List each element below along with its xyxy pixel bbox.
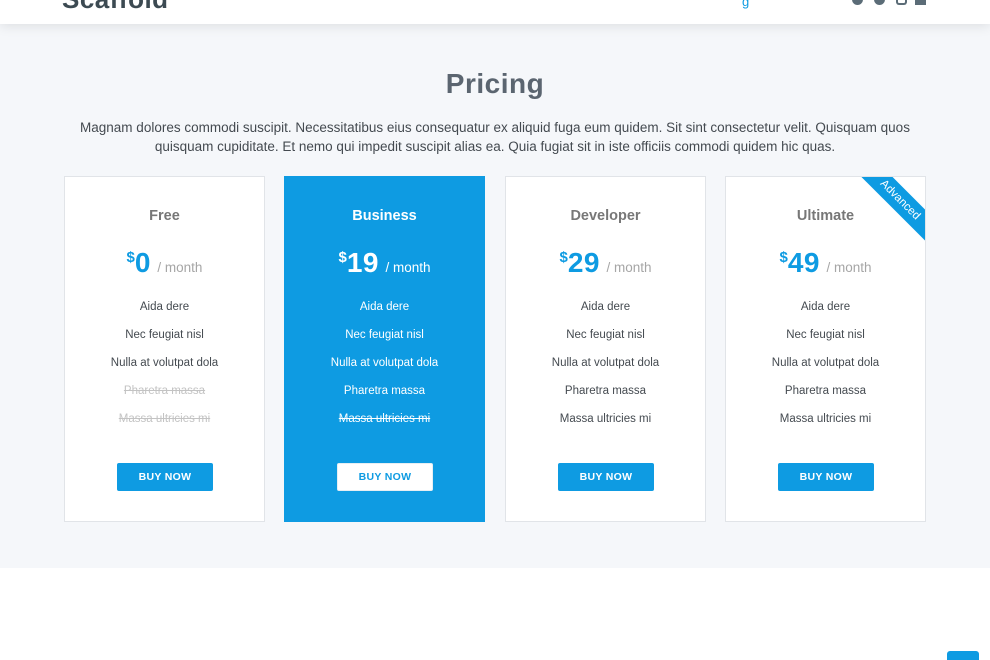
feature-list: Aida dere Nec feugiat nisl Nulla at volu… <box>65 293 264 433</box>
price-period: / month <box>826 260 872 275</box>
price-period: / month <box>606 260 652 275</box>
feature-item: Aida dere <box>359 301 410 313</box>
feature-item: Nec feugiat nisl <box>566 329 645 341</box>
price-amount: 29 <box>567 247 600 278</box>
site-logo[interactable]: Scaffold <box>62 0 169 15</box>
price-amount: 49 <box>787 247 820 278</box>
twitter-icon[interactable] <box>852 0 863 5</box>
price-amount: 0 <box>134 247 151 278</box>
feature-item: Nulla at volutpat dola <box>551 357 660 369</box>
plan-price: $0 / month <box>65 247 264 279</box>
buy-now-button[interactable]: BUY NOW <box>337 463 433 491</box>
feature-list: Aida dere Nec feugiat nisl Nulla at volu… <box>285 293 484 433</box>
pricing-card-developer: Developer $29 / month Aida dere Nec feug… <box>505 176 706 522</box>
currency-symbol: $ <box>338 249 347 266</box>
currency-symbol: $ <box>779 249 788 266</box>
pricing-card-ultimate: Advanced Ultimate $49 / month Aida dere … <box>725 176 926 522</box>
pricing-section: Pricing Magnam dolores commodi suscipit.… <box>0 24 990 568</box>
feature-item-unavailable: Massa ultricies mi <box>118 413 211 425</box>
buy-now-button[interactable]: BUY NOW <box>778 463 874 491</box>
plan-price: $19 / month <box>285 247 484 279</box>
feature-list: Aida dere Nec feugiat nisl Nulla at volu… <box>726 293 925 433</box>
nav-link[interactable]: g <box>742 0 749 9</box>
feature-item: Nec feugiat nisl <box>786 329 865 341</box>
buy-now-button[interactable]: BUY NOW <box>117 463 213 491</box>
feature-item: Massa ultricies mi <box>779 413 872 425</box>
currency-symbol: $ <box>559 249 568 266</box>
plan-name: Ultimate <box>796 208 855 224</box>
back-to-top-button[interactable] <box>947 651 979 660</box>
plan-price: $49 / month <box>726 247 925 279</box>
feature-item: Aida dere <box>139 301 190 313</box>
feature-item: Nec feugiat nisl <box>125 329 204 341</box>
feature-item: Aida dere <box>580 301 631 313</box>
feature-item: Pharetra massa <box>343 385 426 397</box>
section-title: Pricing <box>445 68 545 99</box>
feature-list: Aida dere Nec feugiat nisl Nulla at volu… <box>506 293 705 433</box>
feature-item: Pharetra massa <box>784 385 867 397</box>
feature-item: Massa ultricies mi <box>559 413 652 425</box>
feature-item: Nulla at volutpat dola <box>110 357 219 369</box>
feature-item: Nulla at volutpat dola <box>771 357 880 369</box>
buy-now-button[interactable]: BUY NOW <box>558 463 654 491</box>
plan-name: Business <box>352 208 417 224</box>
linkedin-icon[interactable] <box>915 0 926 5</box>
feature-item: Nec feugiat nisl <box>345 329 424 341</box>
feature-item: Pharetra massa <box>564 385 647 397</box>
plan-name: Developer <box>570 208 641 224</box>
plan-price: $29 / month <box>506 247 705 279</box>
feature-item: Nulla at volutpat dola <box>330 357 439 369</box>
feature-item: Aida dere <box>800 301 851 313</box>
instagram-icon[interactable] <box>896 0 907 5</box>
price-amount: 19 <box>346 247 379 278</box>
pricing-card-free: Free $0 / month Aida dere Nec feugiat ni… <box>64 176 265 522</box>
price-period: / month <box>157 260 203 275</box>
plan-name: Free <box>149 208 180 224</box>
site-header: Scaffold g <box>0 0 990 24</box>
facebook-icon[interactable] <box>874 0 885 5</box>
currency-symbol: $ <box>126 249 135 266</box>
pricing-card-business: Business $19 / month Aida dere Nec feugi… <box>284 176 485 522</box>
section-description: Magnam dolores commodi suscipit. Necessi… <box>80 120 910 154</box>
price-period: / month <box>385 260 431 275</box>
feature-item-unavailable: Massa ultricies mi <box>338 413 431 425</box>
feature-item-unavailable: Pharetra massa <box>123 385 206 397</box>
